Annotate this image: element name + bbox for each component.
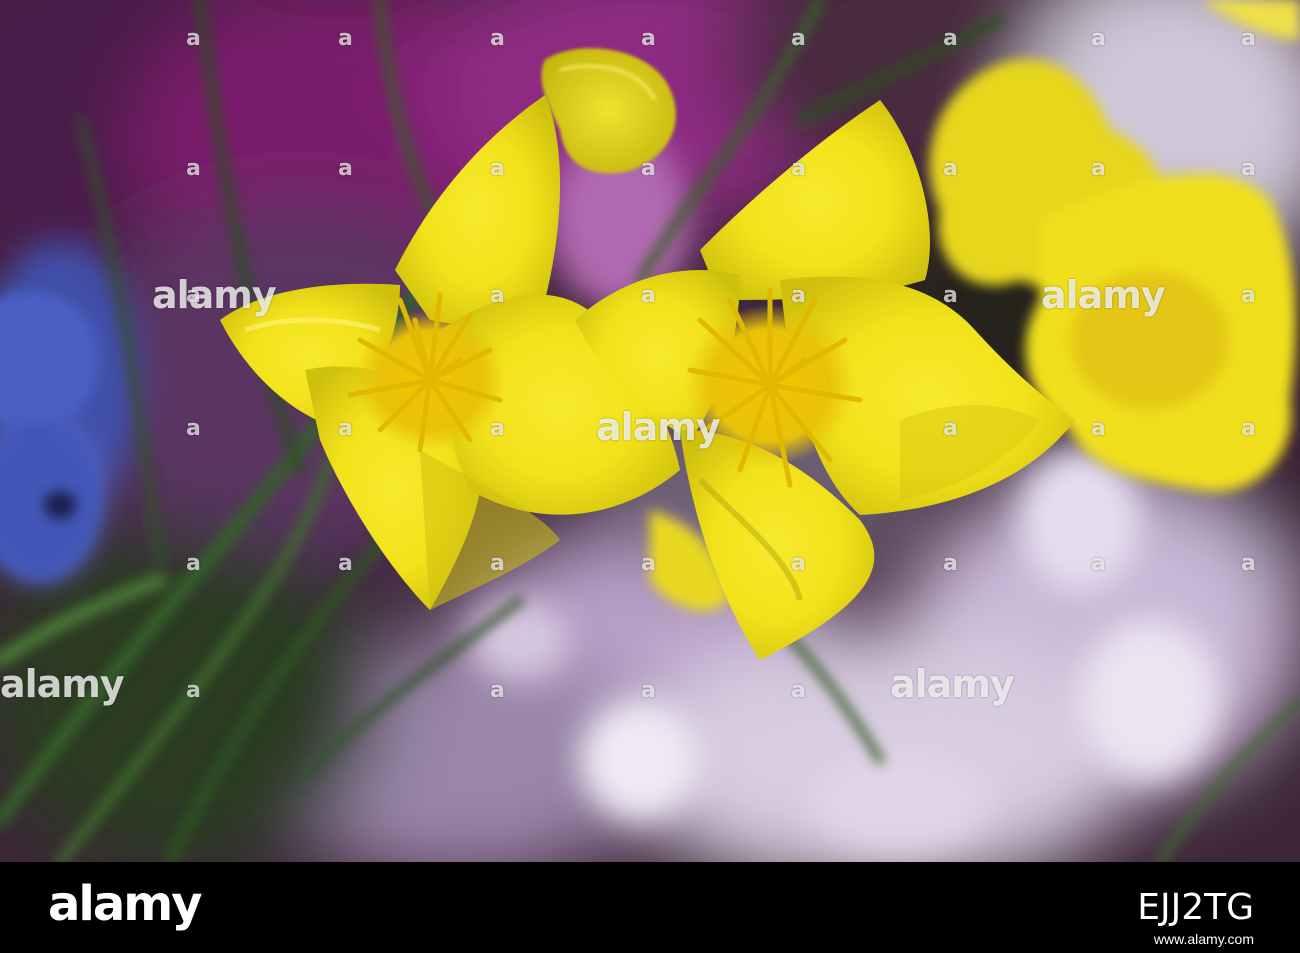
watermark-mark-a: a (338, 416, 353, 441)
watermark-mark-a: a (791, 156, 806, 181)
watermark-mark-a: a (943, 156, 958, 181)
watermark-mark-a: a (641, 551, 656, 576)
watermark-mark-a: a (943, 416, 958, 441)
watermark-mark-a: a (490, 26, 505, 51)
watermark-mark-a: a (186, 678, 201, 703)
watermark-mark-a: a (490, 678, 505, 703)
watermark-mark-a: a (641, 678, 656, 703)
watermark-mark-a: a (1241, 283, 1256, 308)
watermark-alamy-large: alamy (890, 662, 1015, 706)
watermark-mark-a: a (1241, 551, 1256, 576)
watermark-mark-a: a (641, 26, 656, 51)
watermark-mark-a: a (791, 26, 806, 51)
stock-photo: alamy alamy alamy alamy alamy a a a a a a a a a a… (0, 0, 1300, 862)
footer-bar: alamy EJJ2TG www.alamy.com (0, 862, 1300, 953)
watermark-mark-a: a (186, 283, 201, 308)
watermark-mark-a: a (490, 283, 505, 308)
watermark-mark-a: a (791, 283, 806, 308)
watermark-mark-a: a (641, 283, 656, 308)
watermark-mark-a: a (338, 156, 353, 181)
alamy-logo: alamy (48, 876, 203, 932)
watermark-mark-a: a (1241, 416, 1256, 441)
photo-page: alamy alamy alamy alamy alamy aaaaaaaaaa… (0, 0, 1300, 953)
watermark-mark-a: a (1091, 416, 1106, 441)
watermark-mark-a: a (490, 416, 505, 441)
watermark-mark-a: a (1091, 26, 1106, 51)
watermark-mark-a: a (641, 156, 656, 181)
watermark-alamy-large: alamy (1041, 273, 1166, 317)
watermark-mark-a: a (186, 26, 201, 51)
watermark-mark-a: a (943, 283, 958, 308)
watermark-mark-a: a (791, 678, 806, 703)
watermark-mark-a: a (338, 551, 353, 576)
watermark-mark-a: a (1241, 26, 1256, 51)
watermark-mark-a: a (943, 551, 958, 576)
watermark-mark-a: a (186, 156, 201, 181)
watermark-mark-a: a (186, 551, 201, 576)
watermark-mark-a: a (791, 551, 806, 576)
watermark-mark-a: a (943, 26, 958, 51)
watermark-mark-a: a (490, 551, 505, 576)
watermark-mark-a: a (1241, 156, 1256, 181)
watermark-mark-a: a (490, 156, 505, 181)
watermark-mark-a: a (186, 416, 201, 441)
watermark-mark-a: a (338, 26, 353, 51)
watermark-alamy-large: alamy (152, 273, 277, 317)
watermark-alamy-large: alamy (596, 405, 721, 449)
watermark-alamy-large: alamy (0, 662, 125, 706)
image-id: EJJ2TG (1137, 887, 1254, 928)
watermark-mark-a: a (1091, 156, 1106, 181)
site-url: www.alamy.com (1153, 931, 1254, 947)
watermark-mark-a: a (1091, 551, 1106, 576)
